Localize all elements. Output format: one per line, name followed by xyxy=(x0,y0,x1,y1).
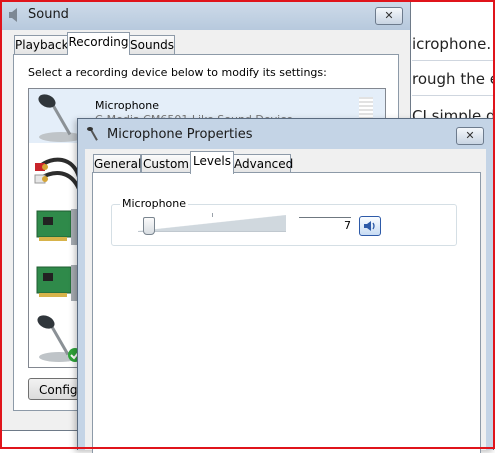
microphone-level-group: Microphone 7 xyxy=(111,197,457,246)
microphone-icon xyxy=(87,127,98,141)
sound-card-icon xyxy=(36,209,77,245)
group-label: Microphone xyxy=(120,197,189,210)
title-bar[interactable]: Sound ✕ xyxy=(0,0,410,30)
tab-sounds[interactable]: Sounds xyxy=(129,35,175,55)
divider xyxy=(412,60,495,61)
mute-button[interactable] xyxy=(359,216,381,236)
tab-playback[interactable]: Playback xyxy=(14,35,69,55)
tab-general[interactable]: General xyxy=(93,154,141,174)
tab-advanced[interactable]: Advanced xyxy=(233,154,293,174)
speaker-icon xyxy=(364,221,375,231)
level-value[interactable]: 7 xyxy=(299,217,351,232)
dialog-body: General Custom Levels Advanced Microphon… xyxy=(85,149,486,453)
levels-panel: Microphone 7 xyxy=(92,172,481,453)
tab-levels[interactable]: Levels xyxy=(190,151,234,174)
close-button[interactable]: ✕ xyxy=(456,127,484,145)
microphone-properties-dialog: Microphone Properties ✕ General Custom L… xyxy=(77,118,494,453)
slider-tick xyxy=(212,213,213,217)
window-title: Sound xyxy=(28,7,69,22)
level-slider-thumb[interactable] xyxy=(142,217,155,235)
speaker-icon xyxy=(9,8,17,22)
instruction-text: Select a recording device below to modif… xyxy=(28,66,327,79)
window-title: Microphone Properties xyxy=(107,127,253,142)
device-name: Microphone xyxy=(95,99,160,112)
divider xyxy=(412,95,495,96)
tab-recording[interactable]: Recording xyxy=(67,32,130,55)
background-text-line: rough the e xyxy=(412,70,495,88)
sound-card-icon xyxy=(36,265,77,301)
tab-custom[interactable]: Custom xyxy=(141,154,191,174)
level-slider-track[interactable] xyxy=(138,215,286,232)
close-button[interactable]: ✕ xyxy=(375,7,403,25)
background-text-line: icrophone. xyxy=(412,35,492,53)
